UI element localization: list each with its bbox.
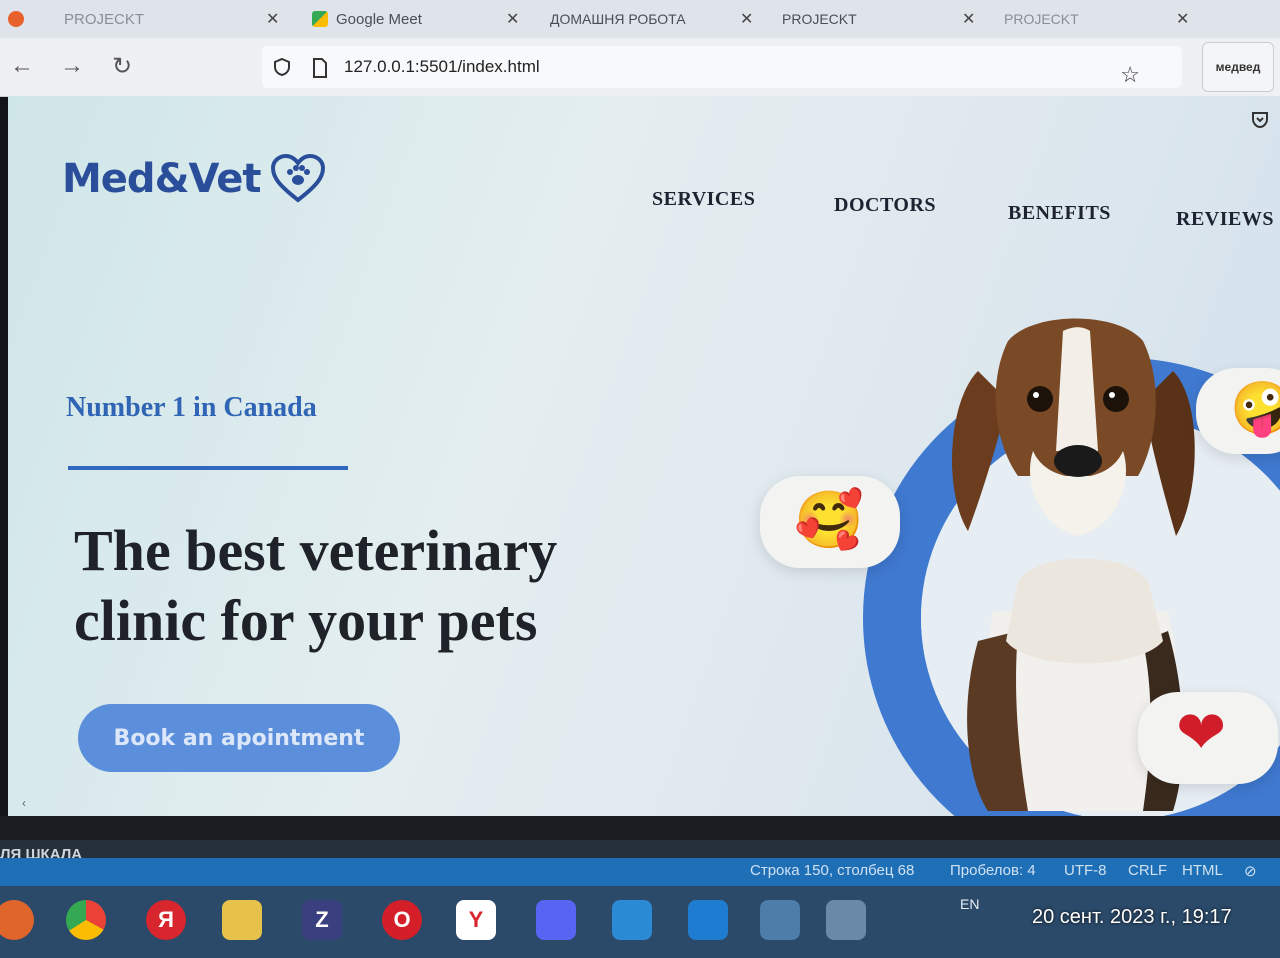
tab-0[interactable]: PROJECKT ✕ — [8, 0, 279, 38]
taskbar: Я Z O Y EN 20 сент. 2023 г., 19:17 — [0, 886, 1280, 958]
app-window-icon[interactable] — [826, 900, 866, 940]
tracking-shield-icon[interactable] — [272, 57, 292, 77]
emoji-bubble-bottom: ❤ — [1138, 692, 1278, 784]
yandex-icon[interactable]: Я — [146, 900, 186, 940]
opera-icon[interactable]: O — [382, 900, 422, 940]
tab-label: PROJECKT — [64, 10, 145, 28]
smiling-face-hearts-icon: 🥰 — [794, 488, 864, 551]
telegram-icon[interactable] — [612, 900, 652, 940]
nav-doctors[interactable]: DOCTORS — [834, 194, 936, 217]
discord-icon[interactable] — [536, 900, 576, 940]
forward-arrow-icon[interactable]: → — [58, 52, 86, 80]
emoji-bubble-left: 🥰 — [760, 476, 900, 568]
heart-paw-icon — [271, 154, 326, 203]
tagline: Number 1 in Canada — [66, 392, 317, 423]
monitor-bezel — [0, 816, 1280, 840]
tab-3[interactable]: PROJECKT ✕ — [782, 0, 975, 38]
nav-reviews[interactable]: REVIEWS — [1176, 208, 1274, 231]
book-appointment-button[interactable]: Book an apointment — [78, 704, 400, 772]
tab-label: PROJECKT — [1004, 11, 1079, 27]
close-icon[interactable]: ✕ — [962, 9, 975, 29]
folder-icon[interactable] — [222, 900, 262, 940]
input-language[interactable]: EN — [960, 896, 979, 912]
line-endings[interactable]: CRLF — [1128, 862, 1167, 879]
close-icon[interactable]: ✕ — [266, 9, 279, 29]
hero-headline: The best veterinary clinic for your pets — [74, 516, 634, 656]
tab-label: Google Meet — [336, 10, 422, 28]
browser-tab-strip: PROJECKT ✕ Google Meet ✕ ДОМАШНЯ РОБОТА … — [0, 0, 1280, 38]
close-icon[interactable]: ✕ — [506, 9, 519, 29]
site-logo[interactable]: Med&Vet — [62, 154, 326, 204]
tab-1[interactable]: Google Meet ✕ — [312, 0, 519, 38]
explorer-window-icon[interactable] — [760, 900, 800, 940]
no-sync-icon[interactable]: ⊘ — [1244, 862, 1257, 880]
pocket-icon[interactable] — [1250, 110, 1270, 130]
system-clock[interactable]: 20 сент. 2023 г., 19:17 — [1032, 906, 1232, 929]
tab-label: PROJECKT — [782, 11, 857, 27]
address-bar[interactable]: 127.0.0.1:5501/index.html — [262, 46, 1182, 88]
editor-status-bar: Строка 150, столбец 68 Пробелов: 4 UTF-8… — [0, 858, 1280, 886]
cursor-position[interactable]: Строка 150, столбец 68 — [750, 862, 914, 879]
tab-4[interactable]: PROJECKT ✕ — [1004, 0, 1189, 38]
zoom-icon[interactable]: Z — [302, 900, 342, 940]
yandex-browser-icon[interactable]: Y — [456, 900, 496, 940]
emoji-bubble-right: 🤪 — [1196, 368, 1280, 454]
chrome-icon[interactable] — [66, 900, 106, 940]
logo-text: Med&Vet — [62, 156, 261, 202]
reload-icon[interactable]: ↻ — [108, 52, 136, 80]
bookmark-star-icon[interactable]: ☆ — [1120, 62, 1140, 88]
indentation[interactable]: Пробелов: 4 — [950, 862, 1036, 879]
page-viewport: Med&Vet SERVICES DOCTORS BENEFITS REVIEW… — [8, 96, 1280, 816]
close-icon[interactable]: ✕ — [1176, 9, 1189, 29]
vscode-icon[interactable] — [688, 900, 728, 940]
browser-toolbar: ← → ↻ 127.0.0.1:5501/index.html — [0, 38, 1280, 97]
firefox-icon — [8, 11, 24, 27]
tab-label: ДОМАШНЯ РОБОТА — [550, 11, 686, 27]
encoding[interactable]: UTF-8 — [1064, 862, 1107, 879]
language-mode[interactable]: HTML — [1182, 862, 1223, 879]
page-icon — [313, 58, 327, 78]
tab-2[interactable]: ДОМАШНЯ РОБОТА ✕ — [550, 0, 753, 38]
scroll-left-icon[interactable]: ‹ — [22, 796, 26, 810]
nav-services[interactable]: SERVICES — [652, 188, 755, 211]
profile-button[interactable]: медвед — [1202, 42, 1274, 92]
close-icon[interactable]: ✕ — [740, 9, 753, 29]
tagline-divider — [68, 466, 348, 470]
headline-line-1: The best veterinary — [74, 518, 558, 583]
back-arrow-icon[interactable]: ← — [8, 52, 36, 80]
nav-benefits[interactable]: BENEFITS — [1008, 202, 1111, 225]
zany-face-icon: 🤪 — [1230, 380, 1280, 438]
firefox-icon[interactable] — [0, 900, 34, 940]
url-text[interactable]: 127.0.0.1:5501/index.html — [344, 57, 540, 77]
red-heart-icon: ❤ — [1176, 699, 1227, 766]
google-meet-icon — [312, 11, 328, 27]
headline-line-2: clinic for your pets — [74, 588, 538, 653]
